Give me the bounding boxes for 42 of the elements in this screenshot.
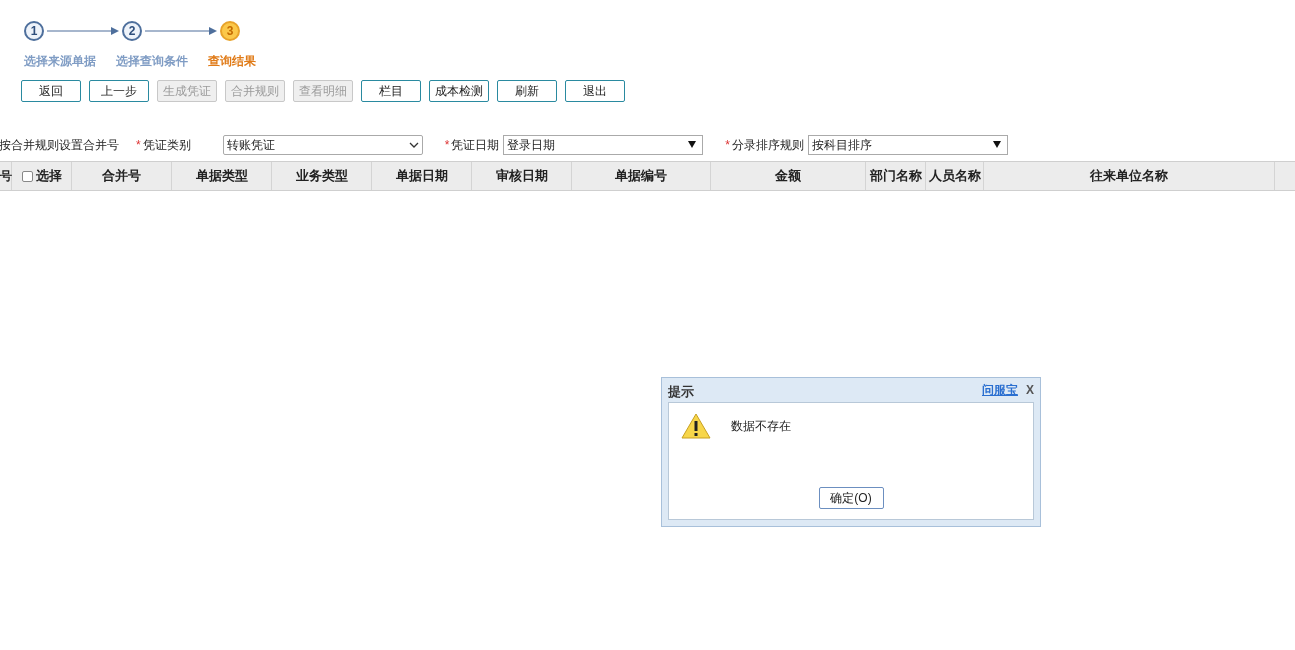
- toolbar-button[interactable]: 栏目: [361, 80, 421, 102]
- column-header[interactable]: 审核日期: [472, 162, 572, 190]
- step-label: 选择来源单据: [24, 53, 97, 70]
- select-field[interactable]: 登录日期: [503, 134, 704, 155]
- column-header[interactable]: 号: [0, 162, 12, 190]
- select-field[interactable]: 转账凭证: [222, 134, 423, 155]
- required-mark: *: [444, 136, 450, 154]
- dropdown-triangle-icon: [993, 141, 1001, 148]
- column-header[interactable]: 单据日期: [372, 162, 472, 190]
- help-link[interactable]: 问服宝: [982, 381, 1018, 399]
- required-mark: *: [725, 136, 730, 154]
- checkbox[interactable]: [21, 170, 33, 182]
- filter-label: 凭证类别: [142, 136, 192, 154]
- warning-icon: [681, 413, 711, 439]
- toolbar-button[interactable]: 刷新: [497, 80, 557, 102]
- dropdown-triangle-icon: [688, 141, 697, 148]
- dialog-message: 数据不存在: [731, 418, 791, 435]
- toolbar-button[interactable]: 返回: [21, 80, 81, 102]
- column-header[interactable]: 业务类型: [272, 162, 372, 190]
- step-label: 选择查询条件: [116, 53, 189, 70]
- column-header[interactable]: 金额: [711, 162, 866, 190]
- ok-button[interactable]: 确定(O): [818, 487, 884, 509]
- close-button[interactable]: X: [1026, 381, 1034, 399]
- dialog-title: 提示: [668, 383, 694, 402]
- filter-label: 分录排序规则: [732, 136, 804, 154]
- toolbar-button[interactable]: 成本检测: [429, 80, 489, 102]
- toolbar-button[interactable]: 退出: [565, 80, 625, 102]
- column-header[interactable]: 部门名称: [866, 162, 926, 190]
- arrow-connector: [145, 26, 217, 36]
- column-header[interactable]: 单据编号: [572, 162, 711, 190]
- arrow-connector: [47, 26, 119, 36]
- filter-label: 凭证日期: [451, 136, 500, 154]
- column-header[interactable]: 人员名称: [926, 162, 984, 190]
- column-header[interactable]: 合并号: [72, 162, 172, 190]
- column-header[interactable]: 单据类型: [172, 162, 272, 190]
- toolbar-button[interactable]: 上一步: [89, 80, 149, 102]
- select-field[interactable]: 按科目排序: [808, 134, 1008, 155]
- column-header[interactable]: 往来单位名称: [984, 162, 1275, 190]
- step-label: 查询结果: [208, 53, 257, 70]
- required-mark: *: [136, 136, 141, 154]
- chevron-down-icon: [408, 141, 419, 148]
- column-header[interactable]: 选择: [12, 162, 72, 190]
